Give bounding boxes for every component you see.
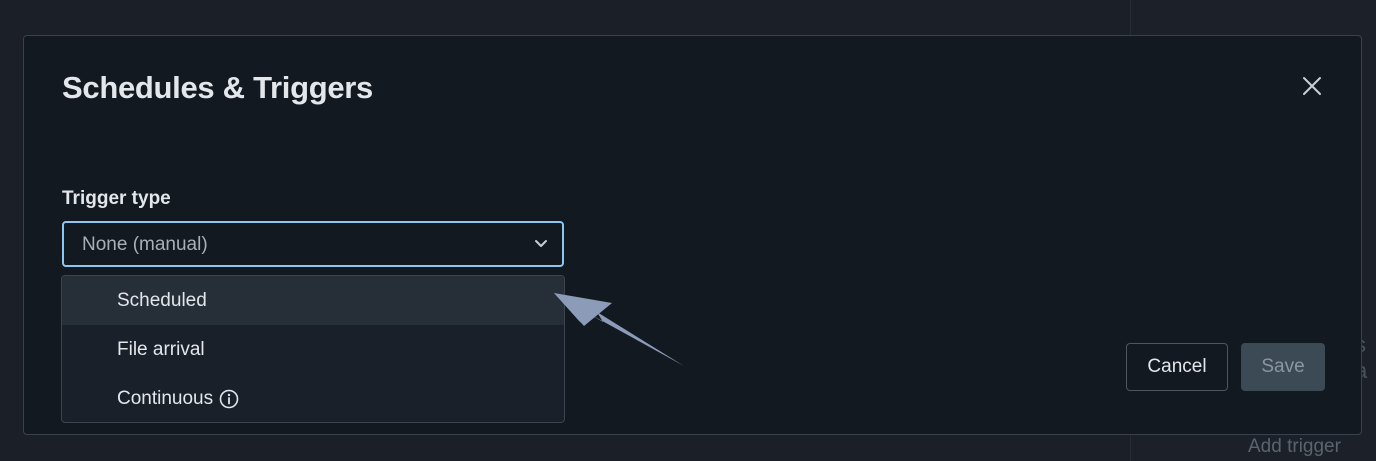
close-icon: [1303, 77, 1321, 95]
close-button[interactable]: [1300, 74, 1324, 98]
background-add-trigger-button[interactable]: Add trigger: [1248, 436, 1341, 458]
trigger-type-label: Trigger type: [62, 188, 171, 209]
trigger-type-dropdown-menu: Scheduled File arrival Continuous: [61, 275, 565, 423]
trigger-type-select[interactable]: None (manual): [62, 221, 564, 267]
cancel-button[interactable]: Cancel: [1126, 343, 1228, 391]
save-button[interactable]: Save: [1241, 343, 1325, 391]
option-continuous[interactable]: Continuous: [62, 374, 564, 422]
info-icon[interactable]: [219, 389, 239, 409]
chevron-down-icon: [535, 240, 547, 247]
option-file-arrival[interactable]: File arrival: [62, 325, 564, 374]
option-scheduled[interactable]: Scheduled: [62, 276, 564, 325]
trigger-type-selected-value: None (manual): [82, 234, 208, 255]
option-label: Scheduled: [117, 290, 207, 311]
option-label: Continuous: [117, 388, 214, 409]
option-label-wrapper: Continuous: [117, 388, 239, 410]
dialog-title: Schedules & Triggers: [62, 70, 373, 105]
option-label: File arrival: [117, 339, 205, 360]
